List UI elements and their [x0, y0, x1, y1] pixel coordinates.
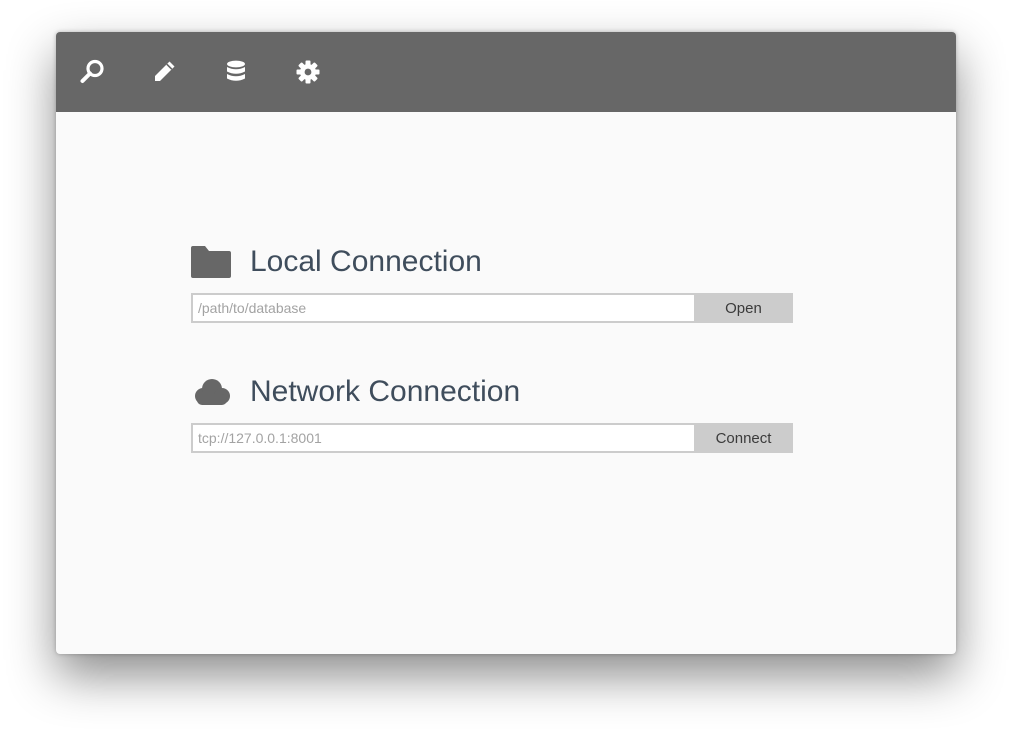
local-connection-row: Open [191, 293, 793, 323]
app-window: Local Connection Open Network Connection… [56, 32, 956, 654]
toolbar [56, 32, 956, 112]
local-connection-header: Local Connection [191, 242, 793, 282]
database-button[interactable] [218, 54, 254, 90]
cloud-icon [195, 379, 230, 405]
network-connection-header: Network Connection [191, 372, 793, 412]
edit-button[interactable] [146, 54, 182, 90]
folder-icon [191, 246, 231, 278]
pencil-icon [155, 61, 175, 81]
network-connection-row: Connect [191, 423, 793, 453]
database-path-input[interactable] [191, 293, 694, 323]
connect-button[interactable]: Connect [694, 423, 793, 453]
open-button[interactable]: Open [694, 293, 793, 323]
settings-button[interactable] [290, 54, 326, 90]
database-icon [227, 60, 245, 81]
network-address-input[interactable] [191, 423, 694, 453]
search-button[interactable] [74, 54, 110, 90]
network-connection-title: Network Connection [250, 375, 521, 408]
gear-icon [296, 60, 320, 84]
local-connection-title: Local Connection [250, 245, 482, 278]
search-icon [80, 59, 104, 83]
